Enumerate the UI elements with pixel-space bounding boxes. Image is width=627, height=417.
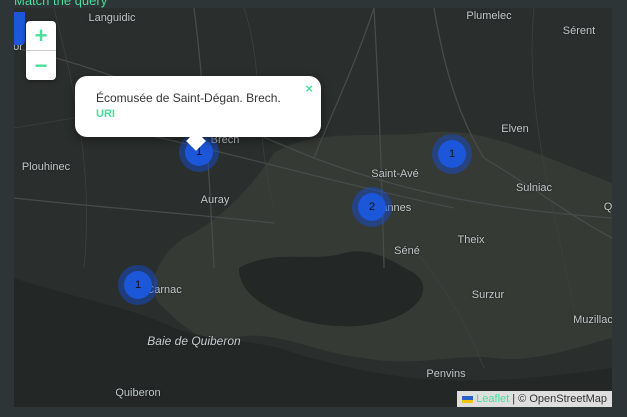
place-label: Penvins xyxy=(426,368,466,380)
popup-uri-link[interactable]: URI xyxy=(96,108,115,120)
cluster-marker-elven[interactable]: 1 xyxy=(432,134,472,174)
place-label: Surzur xyxy=(471,289,505,301)
place-label: Theix xyxy=(457,234,485,246)
place-label: Séné xyxy=(394,245,420,257)
offscreen-marker[interactable] xyxy=(14,12,25,45)
page-heading: Match the query xyxy=(14,0,108,8)
place-label: Saint-Avé xyxy=(371,168,419,180)
osm-attribution[interactable]: © OpenStreetMap xyxy=(518,393,607,405)
place-label: Languidic xyxy=(88,12,136,24)
popup-close-button[interactable]: × xyxy=(305,81,313,96)
place-label: Elven xyxy=(501,123,529,135)
marker-popup: × Écomusée de Saint-Dégan. Brech. URI xyxy=(75,76,321,151)
map-attribution: Leaflet | © OpenStreetMap xyxy=(457,391,612,407)
map-basemap xyxy=(14,8,612,407)
zoom-in-button[interactable]: + xyxy=(26,21,56,50)
attribution-separator: | xyxy=(509,393,519,405)
place-label: Baie de Quiberon xyxy=(147,334,241,348)
place-label: Auray xyxy=(200,194,230,206)
place-label: Sérent xyxy=(562,25,596,37)
popup-text: Écomusée de Saint-Dégan. Brech. xyxy=(96,91,281,105)
ukraine-flag-icon xyxy=(462,395,474,403)
leaflet-link[interactable]: Leaflet xyxy=(476,393,509,405)
cluster-count: 1 xyxy=(124,271,152,299)
place-label: Q xyxy=(603,201,612,213)
cluster-count: 2 xyxy=(358,193,386,221)
place-label: Sulniac xyxy=(515,182,553,194)
zoom-control: + − xyxy=(26,21,56,80)
place-label: Plumelec xyxy=(466,10,512,22)
cluster-count: 1 xyxy=(438,140,466,168)
map-view[interactable]: Languidic Plumelec Sérent Elven Plouhine… xyxy=(14,8,612,407)
zoom-out-button[interactable]: − xyxy=(26,50,56,80)
place-label: Muzillac xyxy=(573,314,612,326)
cluster-marker-carnac[interactable]: 1 xyxy=(118,265,158,305)
cluster-marker-vannes[interactable]: 2 xyxy=(352,187,392,227)
place-label: Plouhinec xyxy=(21,161,71,173)
place-label: Quiberon xyxy=(115,387,161,399)
